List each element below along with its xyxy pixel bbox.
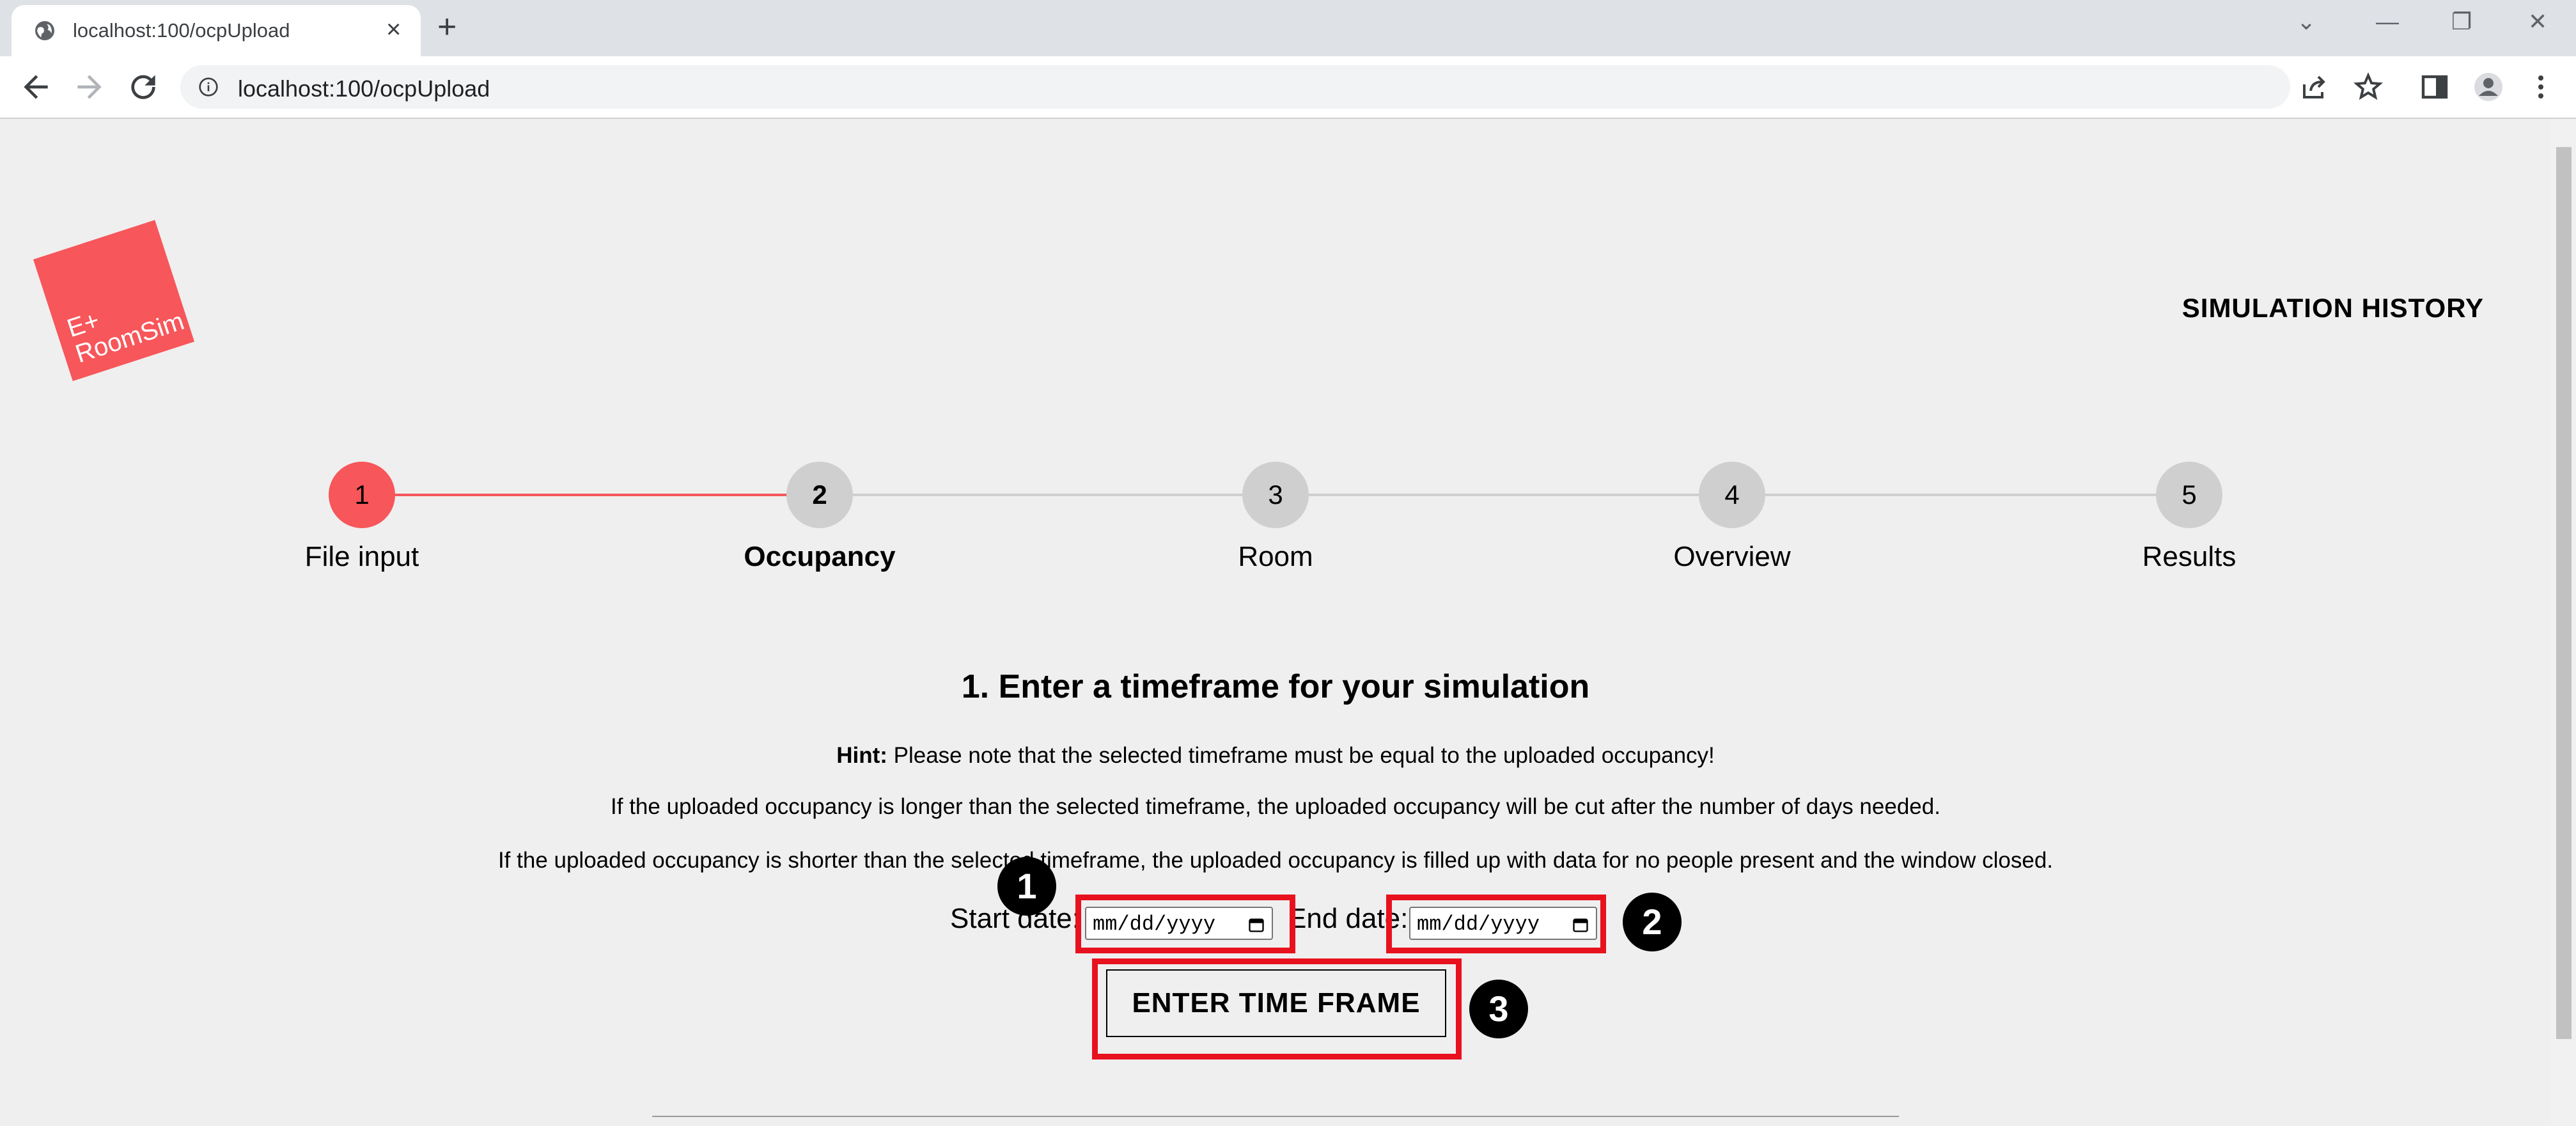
tab-search-icon[interactable]: ⌄ [2297,9,2316,35]
annotation-box-end-date [1386,895,1606,953]
step-2-label: Occupancy [744,541,896,572]
close-window-icon[interactable]: ✕ [2528,9,2547,35]
step-1-label: File input [304,541,419,572]
address-bar[interactable]: localhost:100/ocpUpload [180,65,2290,109]
app-logo[interactable]: E+ RoomSim [33,219,195,382]
menu-kebab-icon[interactable] [2525,72,2556,102]
tab-title: localhost:100/ocpUpload [73,19,290,42]
simulation-history-link[interactable]: SIMULATION HISTORY [2182,293,2484,324]
hint-text: Hint: Please note that the selected time… [0,743,2551,769]
share-icon[interactable] [2299,72,2330,102]
new-tab-icon[interactable]: + [437,10,457,43]
restore-icon[interactable]: ❐ [2451,9,2472,35]
stepper-remaining-line [853,494,2157,496]
step-3-circle[interactable]: 3 [1242,462,1309,528]
site-info-icon[interactable] [198,77,219,97]
close-tab-icon[interactable]: × [386,17,401,42]
annotation-badge-2: 2 [1623,893,1682,951]
step-3-label: Room [1238,541,1313,572]
url-text: localhost:100/ocpUpload [238,75,490,102]
step-5-label: Results [2142,541,2236,572]
page-scrollbar-thumb[interactable] [2556,147,2572,1039]
annotation-badge-3: 3 [1469,980,1528,1038]
stepper-progress-line [395,494,822,496]
annotation-box-enter-button [1092,958,1462,1060]
side-panel-icon[interactable] [2419,72,2450,102]
annotation-badge-1: 1 [997,857,1056,916]
step-2-circle[interactable]: 2 [786,462,853,528]
step-4-label: Overview [1673,541,1791,572]
step-1-circle[interactable]: 1 [329,462,395,528]
minimize-icon[interactable]: — [2376,9,2399,35]
step-5-circle[interactable]: 5 [2156,462,2222,528]
globe-icon [35,21,54,40]
forward-icon[interactable] [72,69,107,105]
browser-tab[interactable]: localhost:100/ocpUpload × [12,5,421,56]
note-shorter: If the uploaded occupancy is shorter tha… [497,848,2054,873]
annotation-box-start-date [1075,895,1295,953]
back-icon[interactable] [18,69,54,105]
section-divider [652,1116,1899,1117]
hint-label: Hint: [836,743,887,768]
reload-icon[interactable] [125,69,161,105]
bookmark-star-icon[interactable] [2353,72,2384,102]
browser-tabstrip: localhost:100/ocpUpload × + ⌄ — ❐ ✕ [0,0,2576,56]
profile-icon[interactable] [2473,72,2504,102]
note-longer: If the uploaded occupancy is longer than… [611,794,1940,819]
browser-toolbar: localhost:100/ocpUpload [0,56,2576,119]
step-4-circle[interactable]: 4 [1699,462,1765,528]
timeframe-heading: 1. Enter a timeframe for your simulation [961,668,1590,705]
hint-message: Please note that the selected timeframe … [887,743,1715,768]
